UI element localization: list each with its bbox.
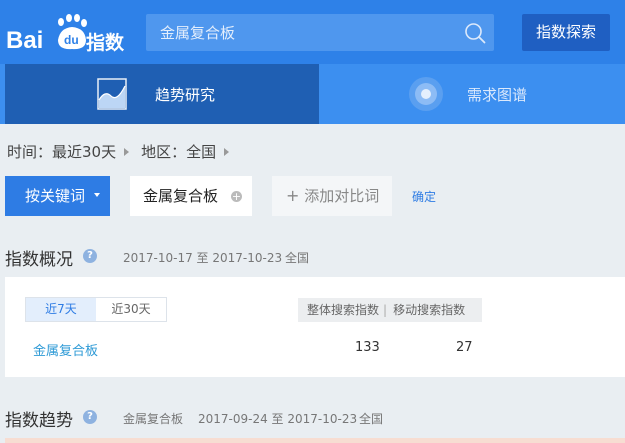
trend-title: 指数趋势 xyxy=(5,411,73,431)
trend-chart-icon xyxy=(97,78,127,110)
column-header-total: 整体搜索指数 xyxy=(307,303,380,317)
tab-demand-graph[interactable]: 需求图谱 xyxy=(319,64,625,124)
mobile-index-value: 27 xyxy=(456,340,473,355)
index-explore-button[interactable]: 指数探索 xyxy=(522,14,610,51)
time-filter[interactable]: 时间：最近30天 xyxy=(7,141,116,162)
search-icon[interactable] xyxy=(464,22,486,44)
add-compare-button[interactable]: + 添加对比词 xyxy=(272,176,392,216)
chevron-down-icon xyxy=(94,193,100,197)
caret-right-icon xyxy=(124,147,130,156)
caret-right-icon xyxy=(224,147,230,156)
column-header-mobile: 移动搜索指数 xyxy=(393,303,466,317)
trend-date-range: 2017-09-24 至 2017-10-23 xyxy=(198,412,358,426)
overview-title: 指数概况 xyxy=(5,250,73,270)
filter-line: 时间：最近30天 地区：全国 xyxy=(7,141,241,162)
range-tab-7d[interactable]: 近7天 xyxy=(26,298,96,321)
trend-keyword: 金属复合板 xyxy=(123,412,184,426)
trend-region: 全国 xyxy=(359,412,384,426)
search-input[interactable] xyxy=(146,14,456,51)
table-header: 整体搜索指数 | 移动搜索指数 xyxy=(298,298,482,322)
main-tabs: 趋势研究 需求图谱 xyxy=(0,64,625,124)
svg-text:指数: 指数 xyxy=(86,31,124,54)
overview-region: 全国 xyxy=(285,251,310,265)
plus-icon: + xyxy=(286,186,300,205)
help-icon[interactable]: ? xyxy=(83,249,97,263)
region-filter[interactable]: 地区：全国 xyxy=(141,141,216,162)
tab-demand-label: 需求图谱 xyxy=(467,86,528,104)
trend-panel-edge xyxy=(5,438,625,443)
tab-trend-research[interactable]: 趋势研究 xyxy=(5,64,319,124)
add-compare-label: 添加对比词 xyxy=(304,187,380,205)
tab-trend-label: 趋势研究 xyxy=(155,86,216,104)
keyword-mode-button[interactable]: 按关键词 xyxy=(5,176,110,216)
total-index-value: 133 xyxy=(355,340,380,355)
svg-text:Bai: Bai xyxy=(6,27,43,54)
svg-text:du: du xyxy=(64,33,79,47)
keyword-chip-label: 金属复合板 xyxy=(143,187,219,205)
confirm-link[interactable]: 确定 xyxy=(412,188,436,205)
range-tabs: 近7天 近30天 xyxy=(25,297,167,322)
baidu-index-logo[interactable]: Bai du 指数 xyxy=(6,12,124,54)
table-row-keyword[interactable]: 金属复合板 xyxy=(33,340,98,359)
keyword-chip[interactable]: 金属复合板 + xyxy=(130,176,252,216)
top-header: Bai du 指数 指数探索 xyxy=(0,0,625,64)
keyword-mode-label: 按关键词 xyxy=(25,187,86,205)
help-icon[interactable]: ? xyxy=(83,410,97,424)
divider: | xyxy=(383,303,388,317)
search-box xyxy=(146,14,494,51)
range-tab-30d[interactable]: 近30天 xyxy=(96,298,166,321)
plus-circle-icon[interactable]: + xyxy=(231,191,242,202)
overview-date-range: 2017-10-17 至 2017-10-23 xyxy=(123,251,283,265)
overview-card: 近7天 近30天 整体搜索指数 | 移动搜索指数 金属复合板 133 27 xyxy=(5,277,625,377)
radar-circle-icon xyxy=(409,77,443,111)
